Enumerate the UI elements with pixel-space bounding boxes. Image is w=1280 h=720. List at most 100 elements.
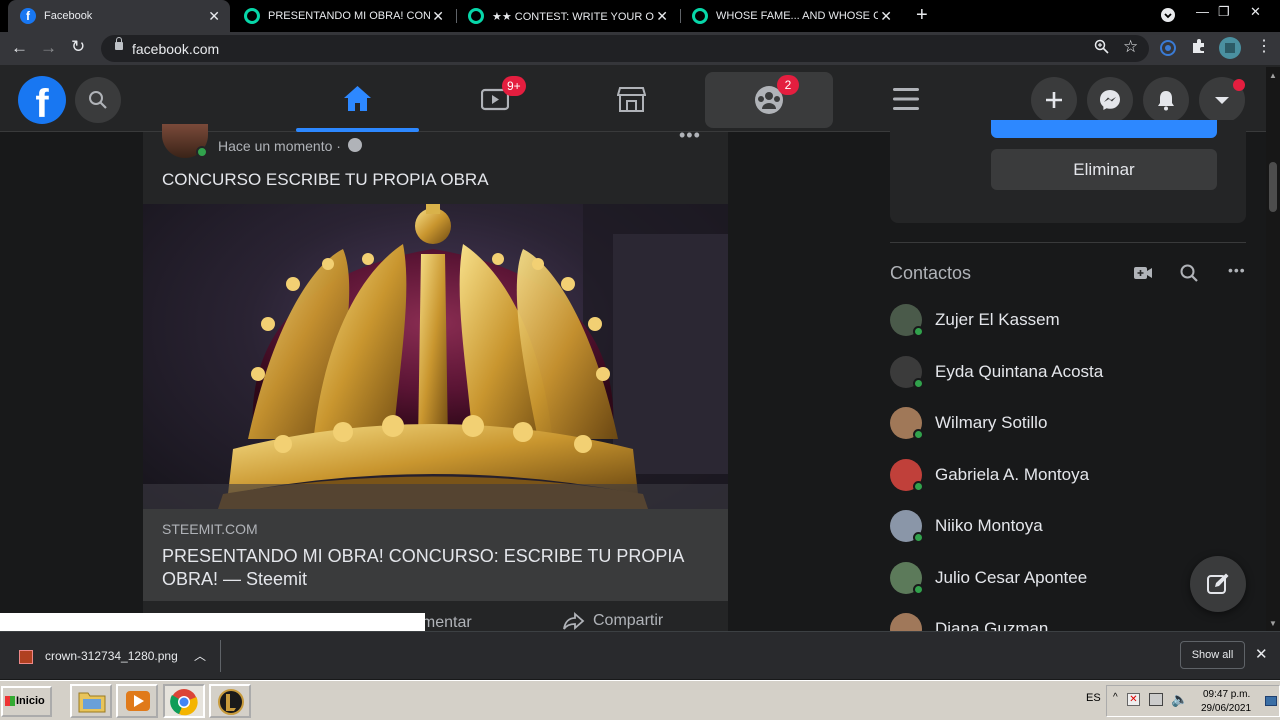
online-status-dot (913, 532, 924, 543)
show-desktop-icon[interactable] (1265, 696, 1277, 706)
search-icon (89, 91, 107, 109)
delete-button[interactable]: Eliminar (991, 149, 1217, 190)
close-tab-icon[interactable]: ✕ (880, 8, 892, 25)
post-text: CONCURSO ESCRIBE TU PROPIA OBRA (162, 170, 489, 189)
tab-facebook[interactable]: f Facebook ✕ (8, 0, 230, 32)
bell-icon (1158, 91, 1174, 111)
zoom-icon[interactable] (1094, 39, 1109, 58)
steemit-icon (468, 8, 484, 24)
compose-edit-icon (1207, 573, 1229, 594)
chrome-menu-icon[interactable]: ⋮ (1256, 36, 1272, 56)
nav-marketplace[interactable] (570, 65, 693, 132)
contacts-heading: Contactos (890, 263, 972, 283)
messenger-button[interactable] (1087, 77, 1133, 123)
back-icon[interactable]: ← (11, 38, 28, 58)
steemit-icon (244, 8, 260, 24)
lock-icon[interactable] (115, 37, 123, 50)
clock-date[interactable]: 29/06/2021 (1201, 703, 1251, 714)
close-tab-icon[interactable]: ✕ (432, 8, 444, 25)
close-window-icon[interactable]: ✕ (1250, 4, 1261, 20)
tab-title: Facebook (44, 10, 93, 22)
extensions-puzzle-icon[interactable] (1190, 38, 1207, 59)
contact-item[interactable]: Diana Guzman (890, 613, 1250, 631)
nav-home[interactable] (296, 65, 419, 132)
tab-search-icon[interactable] (1160, 7, 1176, 26)
new-room-video-icon[interactable] (1133, 264, 1153, 282)
confirm-button[interactable] (991, 120, 1217, 138)
page-scrollbar[interactable]: ▲ ▼ (1266, 67, 1280, 632)
caret-down-icon (1215, 97, 1229, 104)
close-tab-icon[interactable]: ✕ (208, 8, 220, 25)
contact-item[interactable]: Wilmary Sotillo (890, 407, 1250, 447)
reload-icon[interactable]: ↻ (71, 37, 85, 57)
more-options-icon[interactable]: ••• (1228, 262, 1246, 278)
league-of-legends-icon (218, 689, 244, 715)
link-preview-image[interactable] (143, 204, 728, 509)
link-preview-card[interactable]: STEEMIT.COM PRESENTANDO MI OBRA! CONCURS… (143, 509, 728, 601)
facebook-logo[interactable]: f (18, 76, 66, 126)
bookmark-star-icon[interactable]: ☆ (1123, 37, 1138, 57)
blank-overlay (0, 613, 425, 631)
taskbar-explorer[interactable] (70, 684, 112, 718)
feed-post: Hace un momento · ••• CONCURSO ESCRIBE T… (143, 124, 728, 632)
close-icon[interactable]: ✕ (1255, 645, 1268, 663)
address-bar[interactable]: facebook.com ☆ (101, 35, 1149, 62)
extension-icon[interactable] (1159, 39, 1177, 61)
online-status-dot (913, 429, 924, 440)
link-title[interactable]: PRESENTANDO MI OBRA! CONCURSO: ESCRIBE T… (162, 545, 712, 591)
avatar (890, 613, 922, 631)
contact-name: Gabriela A. Montoya (935, 465, 1090, 484)
scroll-down-arrow-icon[interactable]: ▼ (1269, 619, 1277, 628)
scrollbar-thumb[interactable] (1269, 162, 1277, 212)
notifications-button[interactable] (1143, 77, 1189, 123)
system-tray: ^ ✕ 🔈 09:47 p.m. 29/06/2021 (1106, 685, 1280, 717)
tab-steemit-whose-fame[interactable]: WHOSE FAME... AND WHOSE COST ✕ (680, 0, 902, 32)
profile-avatar[interactable] (1219, 37, 1241, 63)
new-tab-icon[interactable]: + (916, 4, 928, 27)
clock-time[interactable]: 09:47 p.m. (1203, 689, 1250, 700)
share-button[interactable]: Compartir (563, 612, 663, 630)
minimize-icon[interactable]: — (1196, 4, 1209, 19)
search-icon[interactable] (1180, 264, 1198, 282)
post-timestamp[interactable]: Hace un momento · (218, 138, 341, 154)
marketplace-store-icon (617, 87, 646, 112)
folder-icon (78, 692, 106, 713)
nav-watch[interactable]: 9+ (433, 65, 556, 132)
friend-request-card: Eliminar (890, 120, 1246, 223)
globe-icon (348, 138, 362, 152)
contact-item[interactable]: Niiko Montoya (890, 510, 1250, 550)
contact-name: Zujer El Kassem (935, 310, 1060, 329)
taskbar-league-of-legends[interactable] (209, 684, 251, 718)
create-button[interactable] (1031, 77, 1077, 123)
network-error-icon[interactable]: ✕ (1127, 693, 1140, 706)
contact-item[interactable]: Gabriela A. Montoya (890, 459, 1250, 499)
volume-icon[interactable]: 🔈 (1171, 691, 1188, 708)
chevron-up-icon[interactable]: ︿ (194, 647, 206, 664)
browser-toolbar: ← → ↻ facebook.com ☆ ⋮ (0, 32, 1280, 65)
url-text[interactable]: facebook.com (132, 41, 219, 57)
tab-title: PRESENTANDO MI OBRA! CONCURS (268, 10, 430, 22)
forward-icon[interactable]: → (40, 38, 57, 58)
restore-icon[interactable]: ❐ (1218, 4, 1230, 20)
more-options-icon[interactable]: ••• (679, 125, 701, 146)
network-icon[interactable] (1149, 693, 1163, 706)
new-message-button[interactable] (1190, 556, 1246, 612)
contact-name: Eyda Quintana Acosta (935, 362, 1104, 381)
language-indicator[interactable]: ES (1086, 692, 1101, 704)
share-arrow-icon (563, 612, 585, 630)
online-status-dot (913, 584, 924, 595)
contact-item[interactable]: Zujer El Kassem (890, 304, 1250, 344)
show-all-button[interactable]: Show all (1180, 641, 1245, 669)
contact-item[interactable]: Eyda Quintana Acosta (890, 356, 1250, 396)
show-hidden-icons-icon[interactable]: ^ (1113, 692, 1118, 703)
download-item[interactable]: crown-312734_1280.png ︿ (10, 640, 221, 672)
close-tab-icon[interactable]: ✕ (656, 8, 668, 25)
search-button[interactable] (75, 77, 121, 123)
tab-steemit-presentando[interactable]: PRESENTANDO MI OBRA! CONCURS ✕ (232, 0, 454, 32)
taskbar-media-player[interactable] (116, 684, 158, 718)
scroll-up-arrow-icon[interactable]: ▲ (1269, 71, 1277, 80)
tab-steemit-contest[interactable]: ★★ CONTEST: WRITE YOUR OWN P ✕ (456, 0, 678, 32)
taskbar-chrome[interactable] (163, 684, 205, 718)
start-button[interactable]: Inicio (1, 686, 52, 717)
steemit-icon (692, 8, 708, 24)
